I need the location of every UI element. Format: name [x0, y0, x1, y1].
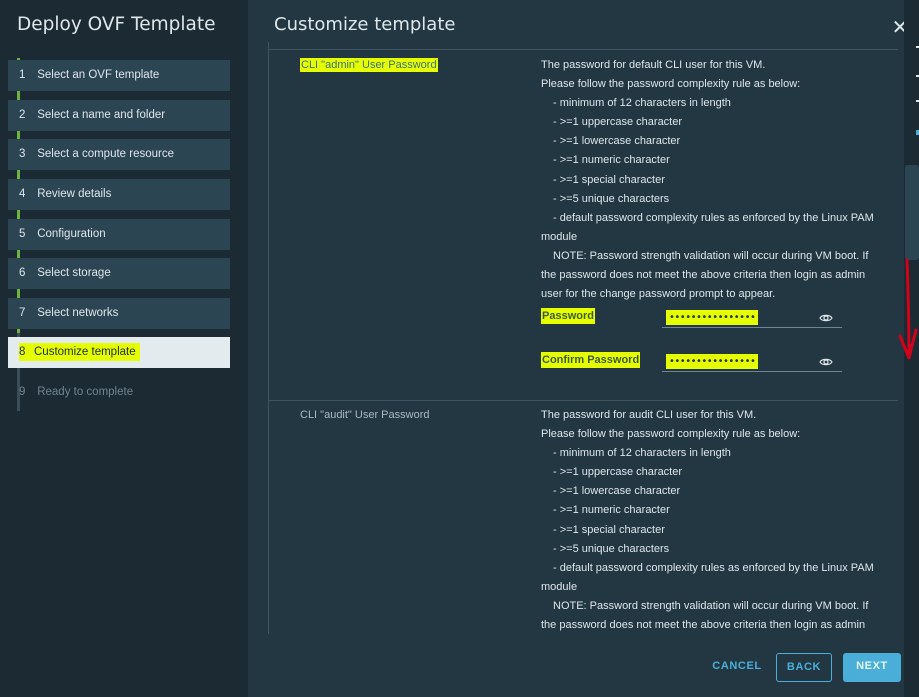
- step-ready-to-complete: 9 Ready to complete: [8, 377, 230, 408]
- audit-password-description: The password for audit CLI user for this…: [541, 406, 891, 634]
- audit-password-label: CLI "audit" User Password: [300, 409, 430, 421]
- desc-line: The password for audit CLI user for this…: [541, 409, 757, 421]
- step-label: Ready to complete: [37, 386, 134, 398]
- step-label: Customize template: [34, 346, 136, 358]
- desc-line: The password for default CLI user for th…: [541, 59, 766, 71]
- step-number: 5: [19, 228, 26, 240]
- desc-line: - >=1 lowercase character: [553, 135, 681, 148]
- desc-line: - default password complexity rules as e…: [553, 211, 874, 224]
- step-select-ovf-template[interactable]: 1 Select an OVF template: [8, 60, 230, 91]
- cancel-button[interactable]: CANCEL: [703, 653, 771, 682]
- desc-line: - >=1 uppercase character: [553, 466, 683, 479]
- desc-line: - >=1 special character: [553, 523, 665, 536]
- confirm-password-value: ••••••••••••••••: [666, 354, 759, 369]
- password-label: Password: [541, 308, 595, 324]
- desc-line: Please follow the password complexity ru…: [541, 78, 801, 91]
- desc-line: - >=1 numeric character: [553, 504, 670, 517]
- desc-line: - minimum of 12 characters in length: [553, 447, 731, 460]
- audit-password-section: CLI "audit" User Password The password f…: [269, 401, 898, 634]
- step-label: Select storage: [37, 267, 111, 279]
- step-number: 7: [19, 307, 26, 319]
- password-value: ••••••••••••••••: [666, 310, 759, 325]
- desc-line: module: [541, 580, 578, 593]
- step-number: 4: [19, 188, 26, 200]
- desc-line: the password does not meet the above cri…: [541, 269, 866, 282]
- step-label: Review details: [37, 188, 112, 200]
- step-select-compute-resource[interactable]: 3 Select a compute resource: [8, 139, 230, 170]
- step-number: 2: [19, 109, 26, 121]
- desc-line: - minimum of 12 characters in length: [553, 97, 731, 110]
- wizard-sidebar: Deploy OVF Template 1 Select an OVF temp…: [0, 0, 248, 697]
- step-configuration[interactable]: 5 Configuration: [8, 219, 230, 250]
- desc-line: Please follow the password complexity ru…: [541, 428, 801, 441]
- admin-password-label: CLI "admin" User Password: [300, 58, 438, 72]
- step-customize-template[interactable]: 8 Customize template: [8, 337, 230, 368]
- desc-line: the password does not meet the above cri…: [541, 619, 866, 632]
- desc-line: - >=5 unique characters: [553, 542, 670, 555]
- next-button[interactable]: NEXT: [843, 653, 901, 682]
- desc-line: - >=5 unique characters: [553, 192, 670, 205]
- admin-password-section: CLI "admin" User Password The password f…: [269, 50, 898, 401]
- admin-confirm-password-field[interactable]: ••••••••••••••••: [662, 352, 842, 372]
- desc-line: NOTE: Password strength validation will …: [553, 249, 869, 262]
- desc-line: module: [541, 230, 578, 243]
- back-button[interactable]: BACK: [776, 653, 832, 682]
- step-number: 3: [19, 148, 26, 160]
- eye-icon[interactable]: [819, 311, 833, 325]
- desc-line: - >=1 special character: [553, 173, 665, 186]
- step-number: 1: [19, 69, 26, 81]
- step-label: Select networks: [37, 307, 119, 319]
- step-select-storage[interactable]: 6 Select storage: [8, 258, 230, 289]
- step-number: 9: [19, 386, 26, 398]
- desc-line: - >=1 numeric character: [553, 154, 670, 167]
- step-label: Select a compute resource: [37, 148, 174, 160]
- step-review-details[interactable]: 4 Review details: [8, 179, 230, 210]
- step-number: 6: [19, 267, 26, 279]
- wizard-title: Deploy OVF Template: [17, 14, 216, 35]
- step-number: 8: [19, 346, 26, 358]
- main-panel: Customize template ✕ CLI "admin" User Pa…: [248, 0, 919, 697]
- desc-line: - default password complexity rules as e…: [553, 561, 874, 574]
- desc-line: user for the change password prompt to a…: [541, 288, 776, 301]
- step-label: Select a name and folder: [37, 109, 166, 121]
- scrollbar-thumb[interactable]: [905, 165, 919, 260]
- step-select-name-folder[interactable]: 2 Select a name and folder: [8, 100, 230, 131]
- admin-password-description: The password for default CLI user for th…: [541, 56, 891, 304]
- desc-line: - >=1 uppercase character: [553, 116, 683, 129]
- desc-line: - >=1 lowercase character: [553, 485, 681, 498]
- admin-password-field[interactable]: ••••••••••••••••: [662, 308, 842, 328]
- confirm-password-label: Confirm Password: [541, 352, 641, 368]
- step-highlight: 8 Customize template: [19, 343, 140, 361]
- template-properties-scroll[interactable]: CLI "admin" User Password The password f…: [268, 42, 898, 634]
- desc-line: NOTE: Password strength validation will …: [553, 599, 869, 612]
- scroll-down-arrow-annotation: [898, 258, 918, 360]
- eye-icon[interactable]: [819, 355, 833, 369]
- step-label: Configuration: [37, 228, 106, 240]
- page-title: Customize template: [274, 14, 456, 35]
- step-label: Select an OVF template: [37, 69, 160, 81]
- step-select-networks[interactable]: 7 Select networks: [8, 298, 230, 329]
